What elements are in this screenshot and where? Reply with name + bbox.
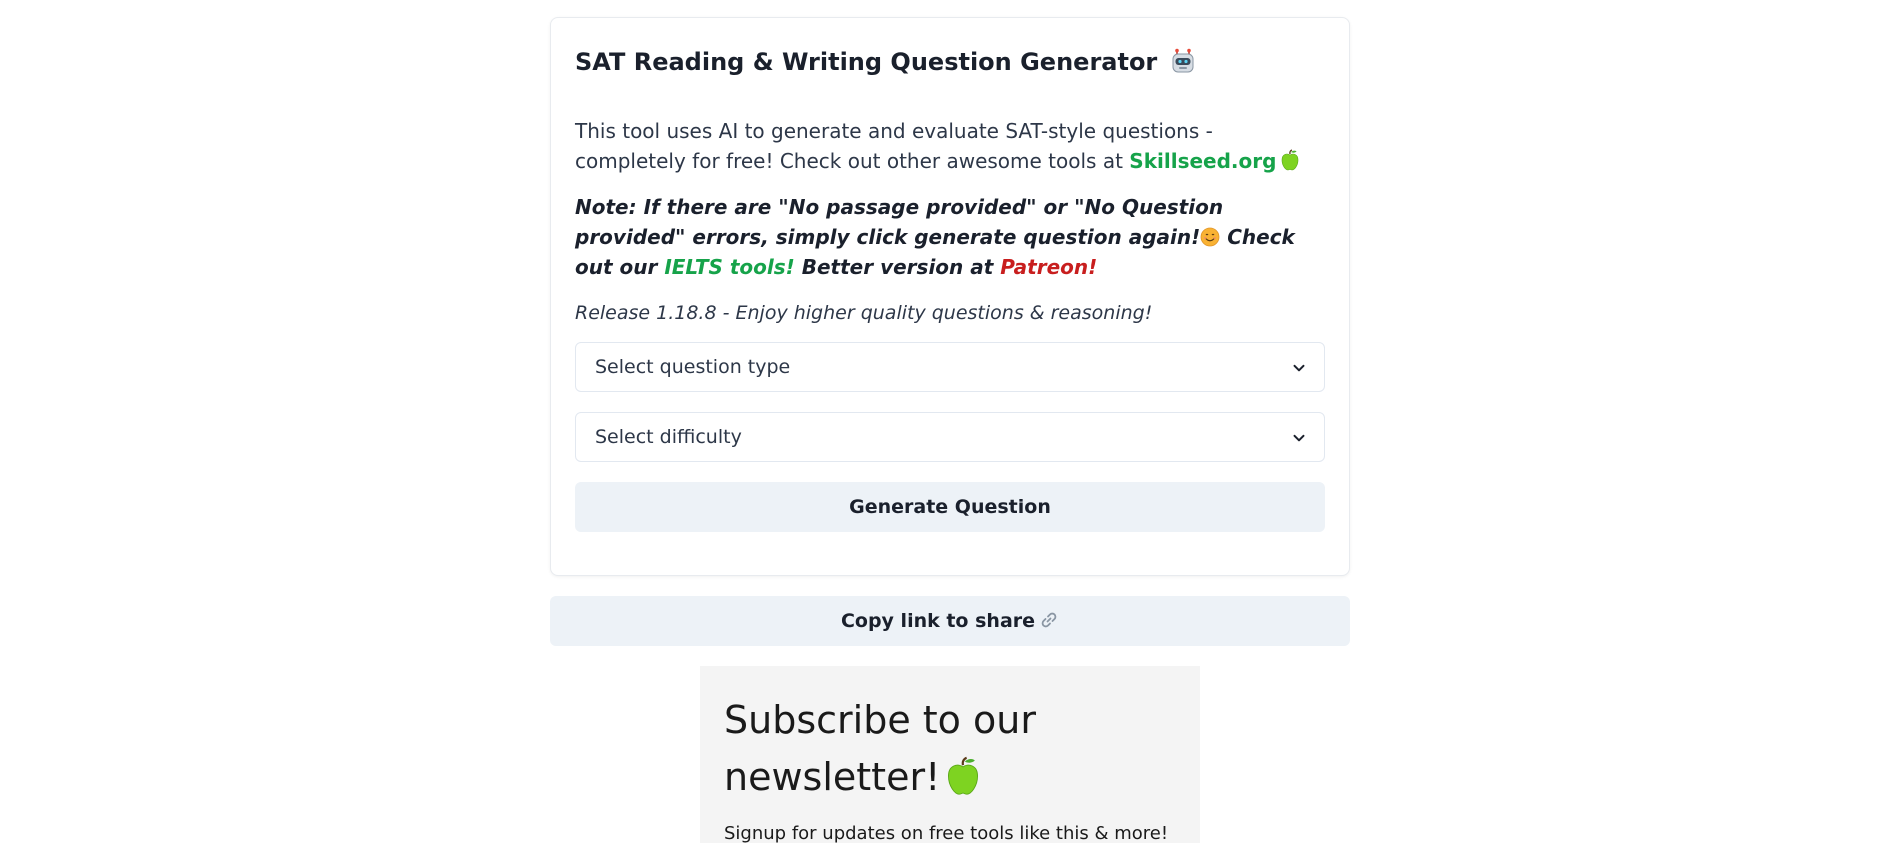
question-type-select[interactable]: Select question type bbox=[575, 342, 1325, 392]
note-paragraph: Note: If there are "No passage provided"… bbox=[575, 192, 1325, 282]
link-icon bbox=[1041, 612, 1057, 628]
skillseed-link[interactable]: Skillseed.org bbox=[1129, 149, 1276, 173]
note-text-3: Better version at bbox=[801, 255, 994, 279]
question-generator-card: SAT Reading & Writing Question Generator… bbox=[550, 17, 1350, 576]
patreon-link[interactable]: Patreon! bbox=[1000, 255, 1097, 279]
chevron-down-icon bbox=[1293, 434, 1305, 442]
newsletter-subtitle: Signup for updates on free tools like th… bbox=[724, 823, 1169, 843]
green-apple-icon bbox=[948, 756, 979, 795]
page: SAT Reading & Writing Question Generator… bbox=[0, 0, 1893, 843]
card-title-text: SAT Reading & Writing Question Generator bbox=[575, 48, 1158, 76]
chevron-down-icon bbox=[1293, 364, 1305, 372]
ielts-tools-link[interactable]: IELTS tools! bbox=[664, 255, 794, 279]
intro-paragraph: This tool uses AI to generate and evalua… bbox=[575, 116, 1325, 176]
release-note: Release 1.18.8 - Enjoy higher quality qu… bbox=[575, 302, 1153, 324]
card-title: SAT Reading & Writing Question Generator bbox=[575, 42, 1325, 82]
newsletter-title-text: Subscribe to our newsletter! bbox=[724, 698, 1036, 799]
generate-question-button[interactable]: Generate Question bbox=[575, 482, 1325, 532]
copy-link-label: Copy link to share bbox=[840, 610, 1036, 632]
newsletter-box: Subscribe to our newsletter! Signup for … bbox=[700, 666, 1200, 843]
green-apple-icon bbox=[1282, 149, 1299, 171]
intro-text: This tool uses AI to generate and evalua… bbox=[575, 119, 1213, 173]
newsletter-title: Subscribe to our newsletter! bbox=[724, 692, 1176, 806]
copy-link-button[interactable]: Copy link to share bbox=[550, 596, 1350, 646]
difficulty-select[interactable]: Select difficulty bbox=[575, 412, 1325, 462]
smiling-face-icon bbox=[1200, 227, 1220, 247]
note-text-1: Note: If there are "No passage provided"… bbox=[575, 195, 1224, 249]
robot-icon bbox=[1172, 48, 1194, 73]
difficulty-select-value: Select difficulty bbox=[595, 426, 742, 448]
question-type-select-value: Select question type bbox=[595, 356, 791, 378]
